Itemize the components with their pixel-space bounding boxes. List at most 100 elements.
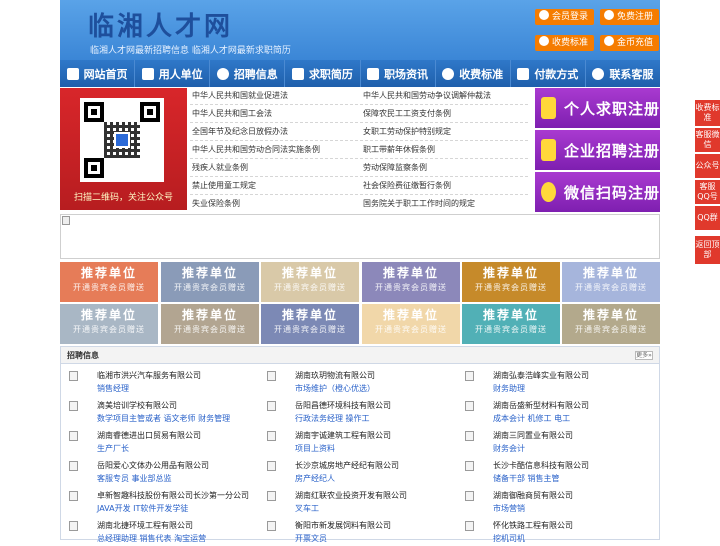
side-service-qq[interactable]: 客服QQ号 (695, 180, 720, 204)
recommend-tile[interactable]: 推荐单位 开通贵宾会员赠送 (60, 304, 158, 344)
law-link[interactable]: 禁止使用童工规定 (192, 180, 256, 192)
company-name[interactable]: 岳阳昌德环境科技有限公司 (295, 400, 391, 411)
company-name[interactable]: 湖南宇诚建筑工程有限公司 (295, 430, 391, 441)
pricing-button[interactable]: 收费标准 (535, 35, 595, 51)
job-positions[interactable]: 成本会计 机修工 电工 (493, 413, 570, 424)
nav-pricing[interactable]: 收费标准 (436, 60, 511, 87)
company-name[interactable]: 怀化铁路工程有限公司 (493, 520, 573, 531)
law-link[interactable]: 社会保险费征缴暂行条例 (363, 180, 451, 192)
side-pricing[interactable]: 收费标准 (695, 100, 720, 126)
job-positions[interactable]: 叉车工 (295, 503, 319, 514)
nav-employers[interactable]: 用人单位 (135, 60, 211, 87)
law-link[interactable]: 中华人民共和国劳动争议调解仲裁法 (363, 90, 491, 102)
job-positions[interactable]: JAVA开发 IT软件开发学徒 (97, 503, 188, 514)
company-name[interactable]: 湖南弘泰浩峰实业有限公司 (493, 370, 589, 381)
law-link[interactable]: 中华人民共和国工会法 (192, 108, 272, 120)
job-positions[interactable]: 财务助理 (493, 383, 525, 394)
job-positions[interactable]: 项目上资料 (295, 443, 335, 454)
job-item[interactable]: 滴美培训学校有限公司数学项目主管或者 语文老师 财务管理 (65, 398, 255, 426)
job-item[interactable]: 湖南北捷环境工程有限公司总经理助理 销售代表 淘宝运营 (65, 518, 255, 546)
job-item[interactable]: 岳阳爱心文体办公用品有限公司 客服专员 事业部总监 (65, 458, 255, 486)
login-button[interactable]: 会员登录 (535, 9, 595, 25)
wechat-register-button[interactable]: 微信扫码注册 (535, 172, 660, 212)
recharge-button[interactable]: 金币充值 (600, 35, 660, 51)
company-name[interactable]: 卓新智趣科技股份有限公司长沙第一分公司 (97, 490, 249, 501)
job-item[interactable]: 长沙卡酷信息科技有限公司 储备干部 销售主管 (461, 458, 651, 486)
recommend-tile[interactable]: 推荐单位 开通贵宾会员赠送 (462, 262, 560, 302)
job-positions[interactable]: 开票文员 (295, 533, 327, 544)
job-positions[interactable]: 客服专员 事业部总监 (97, 473, 172, 484)
job-item[interactable]: 岳阳昌德环境科技有限公司 行政法务经理 操作工 (263, 398, 453, 426)
company-name[interactable]: 湖南御融商贸有限公司 (493, 490, 573, 501)
company-name[interactable]: 临湘市洪兴汽车服务有限公司 (97, 370, 201, 381)
law-link[interactable]: 劳动保障监察条例 (363, 162, 427, 174)
company-name[interactable]: 岳阳爱心文体办公用品有限公司 (97, 460, 209, 471)
law-link[interactable]: 全国年节及纪念日放假办法 (192, 126, 288, 138)
recommend-tile[interactable]: 推荐单位 开通贵宾会员赠送 (362, 262, 460, 302)
company-name[interactable]: 湖南玖玥物流有限公司 (295, 370, 375, 381)
recommend-tile[interactable]: 推荐单位 开通贵宾会员赠送 (562, 262, 660, 302)
job-positions[interactable]: 市场维护（橙心优选） (295, 383, 375, 394)
site-logo[interactable]: 临湘人才网 (88, 6, 233, 43)
job-item[interactable]: 卓新智趣科技股份有限公司长沙第一分公司 JAVA开发 IT软件开发学徒 (65, 488, 255, 516)
company-name[interactable]: 湖南三同置业有限公司 (493, 430, 573, 441)
job-item[interactable]: 湖南三同置业有限公司 财务会计 (461, 428, 651, 456)
nav-home[interactable]: 网站首页 (60, 60, 136, 87)
company-name[interactable]: 长沙卡酷信息科技有限公司 (493, 460, 589, 471)
law-link[interactable]: 失业保险条例 (192, 198, 240, 210)
job-positions[interactable]: 市场营销 (493, 503, 525, 514)
job-item[interactable]: 湖南岳盛新型材料有限公司 成本会计 机修工 电工 (461, 398, 651, 426)
personal-register-button[interactable]: 个人求职注册 (535, 88, 660, 128)
company-name[interactable]: 湖南岳盛新型材料有限公司 (493, 400, 589, 411)
company-name[interactable]: 湖南红联农业投资开发有限公司 (295, 490, 407, 501)
company-register-button[interactable]: 企业招聘注册 (535, 130, 660, 170)
banner-image[interactable] (60, 214, 660, 259)
job-item[interactable]: 湖南玖玥物流有限公司 市场维护（橙心优选） (263, 368, 453, 396)
recommend-tile[interactable]: 推荐单位 开通贵宾会员赠送 (562, 304, 660, 344)
register-button[interactable]: 免费注册 (600, 9, 660, 25)
job-positions[interactable]: 行政法务经理 操作工 (295, 413, 370, 424)
side-back-to-top[interactable]: 返回顶部 (695, 236, 720, 264)
job-positions[interactable]: 储备干部 销售主管 (493, 473, 560, 484)
job-positions[interactable]: 销售经理 (97, 383, 129, 394)
nav-jobs[interactable]: 招聘信息 (210, 60, 286, 87)
recommend-tile[interactable]: 推荐单位 开通贵宾会员赠送 (261, 304, 359, 344)
more-link[interactable]: 更多» (635, 351, 653, 360)
job-item[interactable]: 湖南弘泰浩峰实业有限公司 财务助理 (461, 368, 651, 396)
nav-payment[interactable]: 付款方式 (511, 60, 586, 87)
law-link[interactable]: 保障农民工工资支付条例 (363, 108, 451, 120)
law-link[interactable]: 中华人民共和国劳动合同法实施条例 (192, 144, 320, 156)
law-link[interactable]: 职工带薪年休假条例 (363, 144, 435, 156)
company-name[interactable]: 湖南北捷环境工程有限公司 (97, 520, 193, 531)
side-service-wechat[interactable]: 客服微信 (695, 128, 720, 152)
job-item[interactable]: 衡阳市新发展饲料有限公司 开票文员 (263, 518, 453, 546)
job-item[interactable]: 临湘市洪兴汽车服务有限公司 销售经理 (65, 368, 255, 396)
recommend-tile[interactable]: 推荐单位 开通贵宾会员赠送 (261, 262, 359, 302)
recommend-tile[interactable]: 推荐单位 开通贵宾会员赠送 (60, 262, 158, 302)
law-link[interactable]: 残疾人就业条例 (192, 162, 248, 174)
job-item[interactable]: 湖南睿德进出口贸易有限公司 生产厂长 (65, 428, 255, 456)
job-positions[interactable]: 财务会计 (493, 443, 525, 454)
job-item[interactable]: 湖南御融商贸有限公司 市场营销 (461, 488, 651, 516)
nav-contact[interactable]: 联系客服 (586, 60, 660, 87)
company-name[interactable]: 滴美培训学校有限公司 (97, 400, 177, 411)
side-qq-group[interactable]: QQ群 (695, 206, 720, 230)
job-positions[interactable]: 总经理助理 销售代表 淘宝运营 (97, 533, 206, 544)
company-name[interactable]: 湖南睿德进出口贸易有限公司 (97, 430, 201, 441)
nav-resumes[interactable]: 求职简历 (285, 60, 361, 87)
law-link[interactable]: 国务院关于职工工作时间的规定 (363, 198, 475, 210)
side-official-account[interactable]: 公众号 (695, 154, 720, 178)
recommend-tile[interactable]: 推荐单位 开通贵宾会员赠送 (161, 304, 259, 344)
recommend-tile[interactable]: 推荐单位 开通贵宾会员赠送 (462, 304, 560, 344)
job-positions[interactable]: 数学项目主管或者 语文老师 财务管理 (97, 413, 230, 424)
company-name[interactable]: 衡阳市新发展饲料有限公司 (295, 520, 391, 531)
job-positions[interactable]: 房产经纪人 (295, 473, 335, 484)
job-item[interactable]: 怀化铁路工程有限公司 挖机司机 (461, 518, 651, 546)
job-item[interactable]: 长沙京城房地产经纪有限公司 房产经纪人 (263, 458, 453, 486)
job-positions[interactable]: 生产厂长 (97, 443, 129, 454)
law-link[interactable]: 女职工劳动保护特别规定 (363, 126, 451, 138)
recommend-tile[interactable]: 推荐单位 开通贵宾会员赠送 (161, 262, 259, 302)
job-item[interactable]: 湖南宇诚建筑工程有限公司 项目上资料 (263, 428, 453, 456)
nav-news[interactable]: 职场资讯 (361, 60, 436, 87)
recommend-tile[interactable]: 推荐单位 开通贵宾会员赠送 (362, 304, 460, 344)
